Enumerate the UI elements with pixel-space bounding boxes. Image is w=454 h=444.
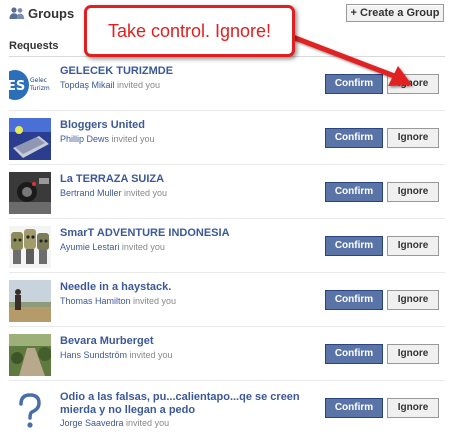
confirm-button[interactable]: Confirm xyxy=(325,128,383,148)
confirm-button[interactable]: Confirm xyxy=(325,236,383,256)
ignore-button[interactable]: Ignore xyxy=(387,128,439,148)
ignore-button[interactable]: Ignore xyxy=(387,74,439,94)
group-name-link[interactable]: Needle in a haystack. xyxy=(60,281,315,294)
group-thumbnail[interactable]: ES Gelec Turizm xyxy=(9,64,51,106)
group-name-link[interactable]: La TERRAZA SUIZA xyxy=(60,173,315,186)
group-thumbnail[interactable] xyxy=(9,280,51,322)
confirm-button[interactable]: Confirm xyxy=(325,344,383,364)
confirm-button[interactable]: Confirm xyxy=(325,290,383,310)
group-name-link[interactable]: Bloggers United xyxy=(60,119,315,132)
group-name-link[interactable]: Odio a las falsas, pu...calientapo...qe … xyxy=(60,391,315,417)
group-name-link[interactable]: Bevara Murberget xyxy=(60,335,315,348)
inviter-link[interactable]: Topdaş Mikail xyxy=(60,80,115,90)
group-name-link[interactable]: GELECEK TURIZMDE xyxy=(60,65,315,78)
invite-text: Jorge Saavedra invited you xyxy=(60,418,170,428)
group-thumbnail[interactable] xyxy=(9,226,51,268)
inviter-link[interactable]: Phillip Dews xyxy=(60,134,109,144)
confirm-button[interactable]: Confirm xyxy=(325,182,383,202)
inviter-link[interactable]: Jorge Saavedra xyxy=(60,418,124,428)
confirm-button[interactable]: Confirm xyxy=(325,74,383,94)
group-thumbnail[interactable] xyxy=(9,390,51,432)
group-thumbnail[interactable] xyxy=(9,172,51,214)
svg-text:ES: ES xyxy=(9,79,25,94)
inviter-link[interactable]: Bertrand Muller xyxy=(60,188,122,198)
invite-text: Topdaş Mikail invited you xyxy=(60,80,161,90)
ignore-button[interactable]: Ignore xyxy=(387,398,439,418)
invite-text: Ayumie Lestari invited you xyxy=(60,242,165,252)
ignore-button[interactable]: Ignore xyxy=(387,290,439,310)
svg-text:Gelec: Gelec xyxy=(30,77,47,84)
ignore-button[interactable]: Ignore xyxy=(387,236,439,256)
divider xyxy=(9,110,445,111)
ignore-button[interactable]: Ignore xyxy=(387,182,439,202)
group-name-link[interactable]: SmarT ADVENTURE INDONESIA xyxy=(60,227,315,240)
svg-text:Turizm: Turizm xyxy=(29,85,50,92)
invite-text: Hans Sundström invited you xyxy=(60,350,173,360)
group-thumbnail[interactable] xyxy=(9,334,51,376)
invite-text: Phillip Dews invited you xyxy=(60,134,155,144)
requests-heading: Requests xyxy=(9,40,59,52)
divider xyxy=(9,272,445,273)
inviter-link[interactable]: Hans Sundström xyxy=(60,350,127,360)
divider xyxy=(9,218,445,219)
divider xyxy=(9,164,445,165)
invite-text: Bertrand Muller invited you xyxy=(60,188,168,198)
ignore-button[interactable]: Ignore xyxy=(387,344,439,364)
divider xyxy=(9,380,445,381)
divider xyxy=(9,326,445,327)
inviter-link[interactable]: Thomas Hamilton xyxy=(60,296,131,306)
annotation-callout: Take control. Ignore! xyxy=(84,5,295,57)
groups-icon xyxy=(9,7,25,19)
confirm-button[interactable]: Confirm xyxy=(325,398,383,418)
invite-text: Thomas Hamilton invited you xyxy=(60,296,177,306)
page-title: Groups xyxy=(28,6,75,21)
inviter-link[interactable]: Ayumie Lestari xyxy=(60,242,119,252)
create-group-button[interactable]: + Create a Group xyxy=(346,4,444,22)
request-row: Odio a las falsas, pu...calientapo...qe … xyxy=(0,390,454,444)
group-thumbnail[interactable] xyxy=(9,118,51,160)
